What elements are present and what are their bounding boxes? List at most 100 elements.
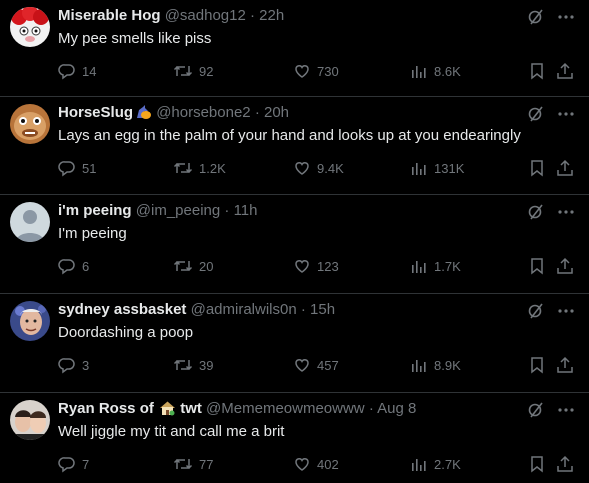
like-count: 457 [317,357,339,373]
tweet-actions: 14 92 730 8.6K [58,62,578,82]
display-name[interactable]: i'm peeing [58,202,132,219]
like-count: 730 [317,63,339,79]
views-button[interactable]: 131K [410,159,464,177]
more-options-icon[interactable] [557,8,575,26]
reply-icon [58,257,76,275]
reply-button[interactable]: 3 [58,356,89,374]
views-chart-icon [410,455,428,473]
tweet[interactable]: Miserable Hog @sadhog12 · 22h My pee sme… [0,0,589,97]
retweet-count: 1.2K [199,160,226,176]
views-button[interactable]: 8.6K [410,62,461,80]
retweet-button[interactable]: 92 [173,62,213,80]
share-button[interactable] [556,356,574,374]
user-handle[interactable]: @horsebone2 [156,104,250,121]
reply-button[interactable]: 51 [58,159,96,177]
share-button[interactable] [556,159,574,177]
bookmark-button[interactable] [528,356,546,374]
heart-icon [293,455,311,473]
like-button[interactable]: 9.4K [293,159,344,177]
reply-icon [58,356,76,374]
grok-icon[interactable] [527,105,545,123]
reply-button[interactable]: 6 [58,257,89,275]
timestamp[interactable]: 22h [259,7,284,24]
tweet-text: Lays an egg in the palm of your hand and… [58,127,521,144]
share-button[interactable] [556,62,574,80]
views-button[interactable]: 2.7K [410,455,461,473]
retweet-count: 20 [199,258,214,274]
bookmark-button[interactable] [528,62,546,80]
grok-icon[interactable] [527,8,545,26]
avatar[interactable] [10,104,50,144]
retweet-button[interactable]: 1.2K [173,159,226,177]
tweet-menu-group [527,105,575,123]
heart-icon [293,62,311,80]
user-handle[interactable]: @admiralwils0n [191,301,297,318]
view-count: 2.7K [434,456,461,472]
reply-count: 6 [82,258,90,274]
reply-icon [58,455,76,473]
separator-dot: · [250,7,255,24]
views-button[interactable]: 8.9K [410,356,461,374]
tweet-text: Doordashing a poop [58,324,194,341]
views-chart-icon [410,159,428,177]
more-options-icon[interactable] [557,401,575,419]
like-button[interactable]: 402 [293,455,339,473]
grok-icon[interactable] [527,302,545,320]
timestamp[interactable]: Aug 8 [377,400,416,417]
user-handle[interactable]: @Mememeowmeowww [206,400,365,417]
more-options-icon[interactable] [557,105,575,123]
timestamp[interactable]: 20h [264,104,289,121]
retweet-button[interactable]: 20 [173,257,213,275]
reply-icon [58,62,76,80]
heart-icon [293,257,311,275]
like-button[interactable]: 730 [293,62,339,80]
views-chart-icon [410,257,428,275]
views-button[interactable]: 1.7K [410,257,461,275]
bookmark-button[interactable] [528,455,546,473]
retweet-icon [173,62,193,80]
share-button[interactable] [556,455,574,473]
display-name[interactable]: sydney assbasket [58,301,186,318]
timestamp[interactable]: 15h [310,301,335,318]
avatar[interactable] [10,7,50,47]
tweet-header: i'm peeing @im_peeing · 11h [58,201,257,221]
tweet-menu-group [527,401,575,419]
bookmark-icon [528,159,546,177]
avatar[interactable] [10,202,50,242]
more-options-icon[interactable] [557,302,575,320]
bookmark-button[interactable] [528,159,546,177]
retweet-button[interactable]: 77 [173,455,213,473]
tweet-header: Miserable Hog @sadhog12 · 22h [58,6,284,26]
display-name[interactable]: HorseSlug [58,104,133,121]
tweet-menu-group [527,302,575,320]
like-button[interactable]: 123 [293,257,339,275]
user-handle[interactable]: @sadhog12 [165,7,246,24]
share-icon [556,356,574,374]
grok-icon[interactable] [527,203,545,221]
tweet[interactable]: i'm peeing @im_peeing · 11h I'm peeing 6… [0,195,589,294]
grok-icon[interactable] [527,401,545,419]
share-icon [556,159,574,177]
separator-dot: · [254,104,260,121]
retweet-button[interactable]: 39 [173,356,213,374]
display-name[interactable]: Ryan Ross of twt [58,400,202,417]
tweet[interactable]: sydney assbasket @admiralwils0n · 15h Do… [0,294,589,393]
display-name[interactable]: Miserable Hog [58,7,161,24]
tweet-text: My pee smells like piss [58,30,212,47]
tweet[interactable]: HorseSlug @horsebone2 · 20h Lays an egg … [0,97,589,195]
tweet-header: sydney assbasket @admiralwils0n · 15h [58,300,335,320]
more-options-icon[interactable] [557,203,575,221]
user-handle[interactable]: @im_peeing [136,202,220,219]
share-button[interactable] [556,257,574,275]
avatar[interactable] [10,301,50,341]
bookmark-button[interactable] [528,257,546,275]
like-button[interactable]: 457 [293,356,339,374]
retweet-count: 77 [199,456,214,472]
avatar[interactable] [10,400,50,440]
reply-button[interactable]: 7 [58,455,89,473]
tweet-menu-group [527,203,575,221]
view-count: 8.6K [434,63,461,79]
tweet[interactable]: Ryan Ross of twt @Mememeowmeowww · Aug 8… [0,393,589,483]
reply-button[interactable]: 14 [58,62,96,80]
timestamp[interactable]: 11h [234,202,258,219]
